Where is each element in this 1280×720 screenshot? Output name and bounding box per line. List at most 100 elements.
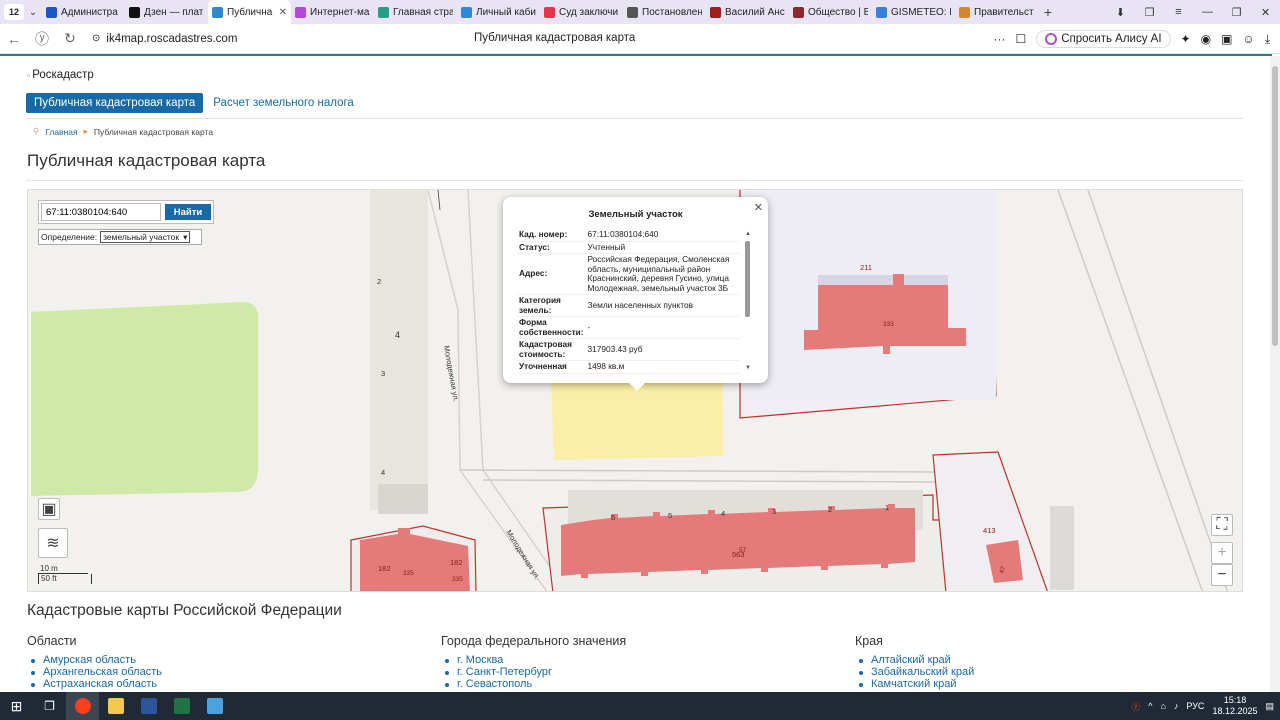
reload-icon[interactable]: ↻ [56,30,84,47]
layers-icon[interactable]: ≋ [38,528,68,558]
extension-icon[interactable]: ✦ [1181,32,1191,46]
browser-tab[interactable]: Суд заключи [540,0,623,24]
tab-title: Интернет-ма [310,6,370,18]
bookmark-list-icon[interactable]: ❐ [1135,6,1164,19]
image-viewer-icon[interactable] [198,692,231,720]
back-arrow-icon[interactable]: ← [0,31,28,47]
region-link[interactable]: Камчатский край [858,678,974,690]
profile-icon[interactable]: ☺ [1242,32,1254,46]
tab-favicon-icon [129,6,140,18]
close-icon[interactable]: ✕ [754,201,763,214]
volume-icon[interactable]: ♪ [1174,701,1179,711]
browser-tab[interactable]: Личный каби [457,0,540,24]
page-content: ▫ Роскадастр Публичная кадастровая карта… [0,56,1270,692]
region-link[interactable]: Алтайский край [858,654,974,666]
building-333[interactable] [804,274,966,354]
browser-tab[interactable]: Правительст [955,0,1038,24]
browser-tab[interactable]: Главная стра [374,0,457,24]
region-link[interactable]: Архангельская область [31,666,162,678]
tab-count-badge[interactable]: 12 [4,4,24,20]
more-dots-icon[interactable]: ··· [993,32,1005,46]
browser-tab[interactable]: Василий Анс [706,0,789,24]
browser-tab[interactable]: Дзен — плат [125,0,208,24]
ask-alice-label: Спросить Алису AI [1061,33,1162,45]
close-window-icon[interactable]: ✕ [1251,6,1280,19]
tab-title: Правительст [974,6,1034,18]
cadastral-map[interactable]: 2 3 4 4 Молодежная ул. Молодежная ул. 21… [27,189,1243,592]
scroll-down-icon[interactable]: ▼ [745,365,751,371]
taskbar: ⊞ ❐ ⓨ ^ ⌂ ♪ РУС 15:18 18.12.2025 ▤ [0,692,1280,720]
alice-circle-icon[interactable]: ◉ [1201,32,1211,46]
tray-chevron-icon[interactable]: ^ [1148,701,1152,711]
task-view-icon[interactable]: ❐ [33,692,66,720]
definition-select[interactable]: земельный участок ▾ [100,231,191,243]
tabs-container: Администра Дзен — плат Публична ✕ Интернет-м… [42,0,1038,24]
zoom-out-button[interactable]: − [1211,564,1233,586]
chevron-down-icon[interactable]: ⌄ [24,7,42,18]
tab-favicon-icon [212,6,223,18]
restore-icon[interactable]: ❐ [1222,6,1251,19]
nav-public-map[interactable]: Публичная кадастровая карта [26,93,204,113]
windows-start-icon[interactable]: ⊞ [0,692,33,720]
collections-icon[interactable]: ▣ [1221,32,1232,46]
breadcrumb: ⚲ Главная ▸ Публичная кадастровая карта [33,126,213,137]
region-link[interactable]: Астраханская область [31,678,162,690]
ask-alice-button[interactable]: Спросить Алису AI [1036,30,1171,48]
site-info-icon[interactable]: ⊙ [92,33,100,44]
browser-tab[interactable]: Общество | В [789,0,872,24]
file-explorer-icon[interactable] [99,692,132,720]
popup-row: Форма собственности: - [517,316,740,339]
popup-scrollbar[interactable] [745,233,750,373]
url-field[interactable]: ⊙ ik4map.roscadastres.com [92,33,237,45]
scrollbar-thumb[interactable] [1272,66,1278,346]
excel-icon[interactable] [165,692,198,720]
nav-land-tax[interactable]: Расчет земельного налога [203,93,364,113]
bookmark-icon[interactable]: ☐ [1015,32,1026,46]
select-area-icon[interactable]: ▣ [38,498,60,520]
download-icon[interactable]: ⤓ [1265,32,1270,47]
browser-tab[interactable]: GISMETEO: П [872,0,955,24]
broken-image-icon: ▫ [27,70,31,80]
download-arrow-icon[interactable]: ⬇ [1106,6,1135,19]
yandex-browser-icon[interactable] [66,692,99,720]
browser-tab[interactable]: Постановлен [623,0,706,24]
clock[interactable]: 15:18 18.12.2025 [1212,695,1257,717]
parcel-info-table: Кад. номер: 67:11:0380104:640 Статус: Учтен… [517,229,740,374]
green-area [31,302,259,496]
selected-parcel[interactable] [551,380,723,460]
browser-tab[interactable]: Публична ✕ [208,0,291,24]
region-link[interactable]: г. Санкт-Петербург [444,666,626,678]
fullscreen-icon[interactable]: ⛶ [1211,514,1233,536]
region-link[interactable]: Амурская область [31,654,162,666]
new-tab-plus-icon[interactable]: + [1038,4,1058,20]
browser-tab[interactable]: Администра [42,0,125,24]
find-button[interactable]: Найти [165,204,211,220]
definition-label: Определение: [41,232,98,242]
tab-title: Публична [227,6,273,18]
zoom-in-button[interactable]: + [1211,542,1233,564]
region-link[interactable]: г. Москва [444,654,626,666]
region-link[interactable]: г. Севастополь [444,678,626,690]
menu-icon[interactable]: ≡ [1164,6,1193,18]
tab-favicon-icon [959,6,970,18]
yandex-tray-icon[interactable]: ⓨ [1131,700,1140,713]
logo[interactable]: ▫ Роскадастр [27,69,94,81]
page-scrollbar[interactable] [1270,56,1280,692]
browser-tab[interactable]: Интернет-ма [291,0,374,24]
region-link[interactable]: Забайкальский край [858,666,974,678]
popup-key: Категория земель: [517,294,586,317]
word-icon[interactable] [132,692,165,720]
logo-alt-text: Роскадастр [32,69,94,81]
krai-title: Края [855,634,883,648]
popup-title: Земельный участок [588,209,683,220]
yandex-icon[interactable]: ⓨ [28,29,56,49]
map-label-n3: 3 [381,369,385,378]
nav-divider [26,118,1244,119]
close-tab-icon[interactable]: ✕ [279,7,287,18]
language-indicator[interactable]: РУС [1186,701,1204,711]
network-icon[interactable]: ⌂ [1160,701,1165,711]
breadcrumb-home[interactable]: Главная [45,127,77,137]
notifications-icon[interactable]: ▤ [1265,701,1274,712]
minimize-icon[interactable]: — [1193,6,1222,18]
cadastral-number-input[interactable] [41,203,161,221]
